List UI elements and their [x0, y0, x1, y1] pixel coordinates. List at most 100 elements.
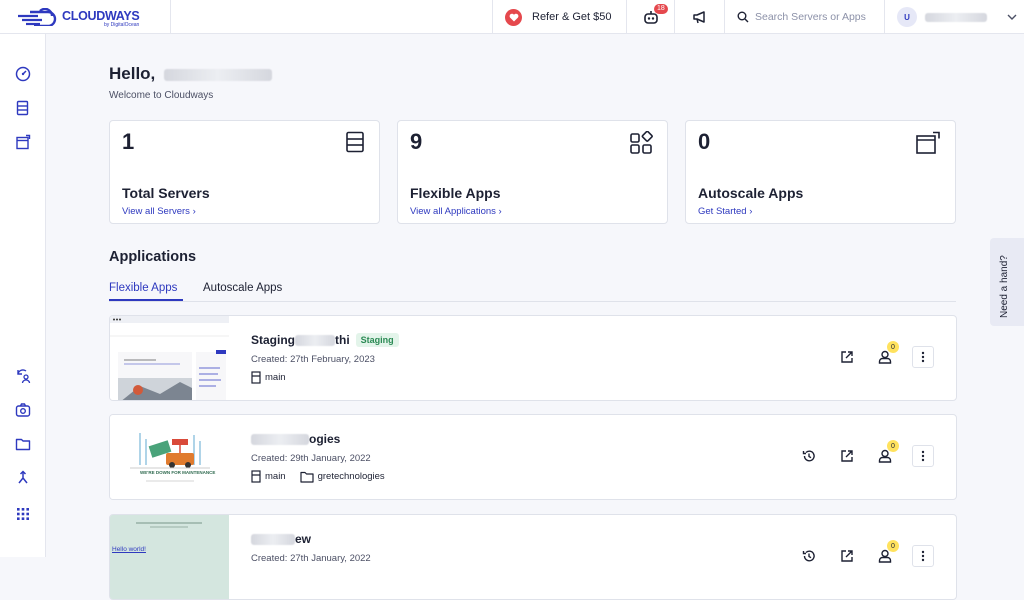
external-link-icon: [841, 351, 853, 363]
app-thumbnail[interactable]: Hello world!: [110, 515, 229, 599]
notification-count-badge: 18: [654, 4, 668, 14]
sidebar-item-servers[interactable]: [13, 98, 33, 118]
applications-heading: Applications: [109, 249, 197, 265]
applications-tabs: Flexible Apps Autoscale Apps: [109, 280, 956, 302]
grid-icon: [17, 508, 29, 520]
collaborator-count-badge: 0: [887, 540, 899, 552]
camera-gear-icon: [15, 403, 31, 417]
collaborators-button[interactable]: 0: [874, 540, 899, 567]
autoscale-apps-count: 0: [698, 129, 711, 154]
need-help-label: Need a hand?: [999, 255, 1010, 318]
greeting-name-redacted: [164, 68, 273, 81]
collaborators-button[interactable]: 0: [874, 341, 899, 368]
app-name[interactable]: ogies: [251, 432, 340, 446]
refer-button[interactable]: Refer & Get $50: [492, 0, 626, 34]
app-name[interactable]: ew: [251, 532, 311, 546]
merge-icon: [18, 470, 28, 484]
avatar: U: [897, 7, 917, 27]
top-bar: CLOUDWAYS by DigitalOcean Refer & Get $5…: [0, 0, 1024, 34]
external-link-icon: [841, 550, 853, 562]
servers-count: 1: [122, 129, 135, 154]
cloudways-logo[interactable]: CLOUDWAYS by DigitalOcean: [0, 0, 171, 34]
app-name-prefix: Staging: [251, 333, 295, 347]
tab-flexible-apps[interactable]: Flexible Apps: [109, 282, 177, 294]
created-date: Created: 29th January, 2022: [251, 453, 371, 464]
app-more-menu-button[interactable]: [912, 346, 934, 368]
server-icon: [16, 100, 29, 116]
app-name-redacted: [251, 433, 309, 445]
sidebar-item-dashboard[interactable]: [13, 64, 33, 84]
get-started-link[interactable]: Get Started ›: [698, 206, 752, 217]
collaborator-count-badge: 0: [887, 341, 899, 353]
cloud-logo-icon: [18, 8, 57, 26]
window-icon: [16, 134, 31, 150]
chevron-down-icon: [1007, 14, 1017, 20]
view-all-servers-link[interactable]: View all Servers ›: [122, 206, 196, 217]
history-icon: [802, 550, 815, 562]
search-placeholder: Search Servers or Apps: [755, 11, 866, 23]
card-autoscale-apps[interactable]: 0 Autoscale Apps Get Started ›: [685, 120, 956, 224]
sidebar-item-applications[interactable]: [13, 132, 33, 152]
launch-app-button[interactable]: [836, 346, 858, 368]
view-all-applications-link[interactable]: View all Applications ›: [410, 206, 502, 217]
collaborator-count-badge: 0: [887, 440, 899, 452]
launch-app-button[interactable]: [836, 445, 858, 467]
external-link-icon: [841, 450, 853, 462]
sidebar-item-projects[interactable]: [13, 434, 33, 454]
need-help-tab[interactable]: Need a hand?: [990, 238, 1024, 326]
card-flexible-apps[interactable]: 9 Flexible Apps View all Applications ›: [397, 120, 668, 224]
app-name-suffix: ogies: [309, 432, 341, 446]
app-name-redacted: [251, 533, 295, 545]
created-date: Created: 27th January, 2022: [251, 553, 371, 564]
app-name-suffix: ew: [295, 532, 312, 546]
folder-icon: [15, 438, 31, 451]
project-name: gretechnologies: [317, 471, 385, 482]
flexible-apps-title: Flexible Apps: [410, 185, 501, 201]
staging-badge: Staging: [355, 333, 399, 347]
sidebar-item-git[interactable]: [13, 468, 33, 488]
app-row[interactable]: Hello world! ew Created: 27th January, 2…: [109, 514, 957, 600]
app-row[interactable]: WE'RE DOWN FOR MAINTENANCE ogies Created…: [109, 414, 957, 500]
kebab-menu-icon: [921, 450, 925, 462]
card-total-servers[interactable]: 1 Total Servers View all Servers ›: [109, 120, 380, 224]
notifications-button[interactable]: 18: [626, 0, 674, 34]
user-sync-icon: [17, 369, 31, 384]
tab-autoscale-apps[interactable]: Autoscale Apps: [203, 282, 282, 294]
brand-sub: by DigitalOcean: [104, 22, 140, 28]
server-name: main: [265, 372, 286, 383]
app-more-menu-button[interactable]: [912, 445, 934, 467]
created-date: Created: 27th February, 2023: [251, 354, 375, 365]
history-button[interactable]: [798, 445, 820, 467]
servers-title: Total Servers: [122, 185, 210, 201]
search-icon: [737, 11, 749, 23]
server-icon: [251, 371, 261, 384]
user-name-redacted: [925, 12, 987, 22]
collaborators-button[interactable]: 0: [874, 440, 899, 467]
app-thumbnail[interactable]: WE'RE DOWN FOR MAINTENANCE: [110, 415, 229, 499]
refer-label: Refer & Get $50: [532, 11, 612, 23]
sidebar-item-apps-grid[interactable]: [13, 504, 33, 524]
user-menu[interactable]: U: [884, 0, 1024, 34]
gauge-icon: [15, 66, 31, 82]
app-name[interactable]: Staging thi Staging: [251, 333, 399, 347]
history-button[interactable]: [798, 545, 820, 567]
launch-app-button[interactable]: [836, 545, 858, 567]
search-box[interactable]: Search Servers or Apps: [724, 0, 884, 34]
server-icon: [251, 470, 261, 483]
maintenance-text: WE'RE DOWN FOR MAINTENANCE: [140, 470, 216, 475]
folder-icon: [299, 471, 314, 483]
welcome-text: Welcome to Cloudways: [109, 90, 214, 101]
hello-world-text: Hello world!: [112, 546, 146, 553]
sidebar-item-team[interactable]: [13, 366, 33, 386]
app-row[interactable]: Staging thi Staging Created: 27th Februa…: [109, 315, 957, 401]
kebab-menu-icon: [921, 550, 925, 562]
greeting: Hello,: [109, 64, 273, 84]
app-meta: main gretechnologies: [251, 470, 385, 483]
sidebar-item-addons[interactable]: [13, 400, 33, 420]
app-thumbnail[interactable]: [110, 316, 229, 400]
active-tab-indicator: [109, 299, 183, 301]
app-more-menu-button[interactable]: [912, 545, 934, 567]
sidebar: [0, 34, 46, 557]
apps-icon: [630, 131, 653, 154]
announcements-button[interactable]: [674, 0, 724, 34]
